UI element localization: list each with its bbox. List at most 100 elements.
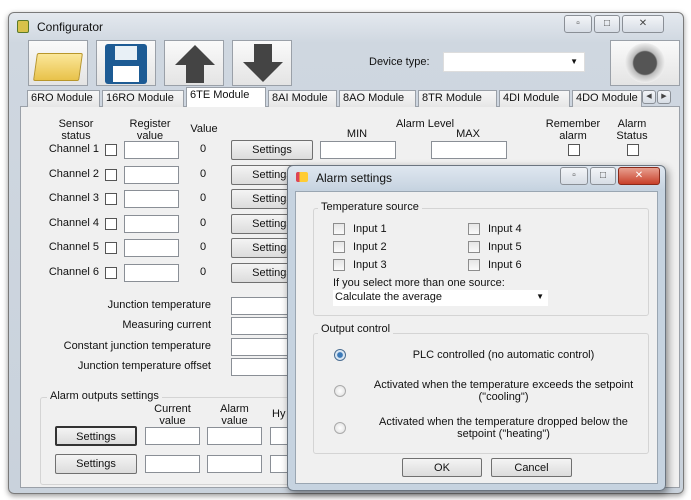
tab-8tr[interactable]: 8TR Module xyxy=(418,90,497,107)
tab-8ai[interactable]: 8AI Module xyxy=(268,90,337,107)
header-alarm-status: Alarm Status xyxy=(616,118,648,142)
header-min: MIN xyxy=(346,128,368,140)
register-value-input[interactable] xyxy=(124,190,179,208)
remember-alarm-checkbox[interactable] xyxy=(568,144,580,156)
output-option-2-label[interactable]: Activated when the temperature exceeds t… xyxy=(361,379,646,403)
alarm-output-1-current-value[interactable] xyxy=(145,427,200,445)
alarm-output-1-alarm-value[interactable] xyxy=(207,427,262,445)
channel-label: Channel 4 xyxy=(48,217,99,229)
output-option-1-radio[interactable] xyxy=(334,349,346,361)
channel-label: Channel 5 xyxy=(48,241,99,253)
minimize-button[interactable]: ▫ xyxy=(564,15,592,33)
maximize-button[interactable]: □ xyxy=(594,15,620,33)
header-hy: Hy xyxy=(272,408,286,420)
tab-8ao[interactable]: 8AO Module xyxy=(339,90,416,107)
tab-6te[interactable]: 6TE Module xyxy=(186,87,266,107)
sensor-status-checkbox[interactable] xyxy=(105,144,117,156)
output-option-2-radio[interactable] xyxy=(334,385,346,397)
floppy-disk-icon xyxy=(105,44,147,84)
tab-16ro[interactable]: 16RO Module xyxy=(102,90,184,107)
dialog-title: Alarm settings xyxy=(316,171,393,185)
ok-button[interactable]: OK xyxy=(402,458,482,477)
alarm-output-2-settings-button[interactable]: Settings xyxy=(55,454,137,474)
device-type-label: Device type: xyxy=(369,56,430,68)
channel-value: 0 xyxy=(200,241,207,253)
device-type-select[interactable]: ▼ xyxy=(443,52,585,72)
temperature-source-title: Temperature source xyxy=(318,201,422,213)
tab-4do[interactable]: 4DO Module xyxy=(572,90,642,107)
junction-temperature-offset-label: Junction temperature offset xyxy=(77,360,211,372)
input-4-label: Input 4 xyxy=(488,223,522,235)
register-value-input[interactable] xyxy=(124,215,179,233)
register-value-input[interactable] xyxy=(124,264,179,282)
input-3-label: Input 3 xyxy=(353,259,387,271)
cancel-button[interactable]: Cancel xyxy=(491,458,572,477)
junction-temperature-label: Junction temperature xyxy=(107,299,211,311)
channel-value: 0 xyxy=(200,143,207,155)
output-option-3-label[interactable]: Activated when the temperature dropped b… xyxy=(361,416,646,440)
output-option-1-label[interactable]: PLC controlled (no automatic control) xyxy=(361,349,646,361)
channel-value: 0 xyxy=(200,217,207,229)
input-3-checkbox[interactable] xyxy=(333,259,345,271)
register-value-input[interactable] xyxy=(124,141,179,159)
channel-value: 0 xyxy=(200,192,207,204)
channel-label: Channel 6 xyxy=(48,266,99,278)
sensor-status-checkbox[interactable] xyxy=(105,218,117,230)
output-option-3-radio[interactable] xyxy=(334,422,346,434)
register-value-input[interactable] xyxy=(124,166,179,184)
multi-source-select[interactable]: Calculate the average ▼ xyxy=(333,290,548,306)
sensor-status-checkbox[interactable] xyxy=(105,242,117,254)
input-2-checkbox[interactable] xyxy=(333,241,345,253)
tab-4di[interactable]: 4DI Module xyxy=(499,90,570,107)
sensor-status-checkbox[interactable] xyxy=(105,193,117,205)
output-control-title: Output control xyxy=(318,323,394,335)
channel-label: Channel 2 xyxy=(48,168,99,180)
channel-settings-button[interactable]: Settings xyxy=(231,140,313,160)
alarm-output-1-settings-button[interactable]: Settings xyxy=(55,426,137,446)
alarm-max-input[interactable] xyxy=(431,141,507,159)
alarm-outputs-title: Alarm outputs settings xyxy=(47,390,162,402)
app-icon xyxy=(17,20,29,33)
input-1-label: Input 1 xyxy=(353,223,387,235)
arrow-up-icon xyxy=(175,45,215,65)
folder-icon xyxy=(33,53,83,81)
tab-scroll-left[interactable]: ◀ xyxy=(642,90,656,104)
tab-6ro[interactable]: 6RO Module xyxy=(27,90,100,107)
tab-scroll-right[interactable]: ▶ xyxy=(657,90,671,104)
arrow-down-icon xyxy=(243,62,283,82)
channel-label: Channel 3 xyxy=(48,192,99,204)
input-4-checkbox[interactable] xyxy=(468,223,480,235)
chevron-down-icon: ▼ xyxy=(536,292,544,301)
multi-source-label: If you select more than one source: xyxy=(333,277,505,289)
header-remember-alarm: Remember alarm xyxy=(545,118,601,142)
connect-button[interactable] xyxy=(610,40,680,86)
header-sensor-status: Sensor status xyxy=(58,118,94,142)
input-1-checkbox[interactable] xyxy=(333,223,345,235)
sensor-status-checkbox[interactable] xyxy=(105,169,117,181)
alarm-output-2-alarm-value[interactable] xyxy=(207,455,262,473)
alarm-min-input[interactable] xyxy=(320,141,396,159)
channel-value: 0 xyxy=(200,168,207,180)
header-alarm-value: Alarm value xyxy=(220,403,249,427)
save-button[interactable] xyxy=(96,40,156,86)
alarm-status-checkbox[interactable] xyxy=(627,144,639,156)
header-max: MAX xyxy=(456,128,480,140)
close-button[interactable]: ✕ xyxy=(622,15,664,33)
input-6-checkbox[interactable] xyxy=(468,259,480,271)
register-value-input[interactable] xyxy=(124,239,179,257)
upload-button[interactable] xyxy=(164,40,224,86)
input-5-checkbox[interactable] xyxy=(468,241,480,253)
channel-label: Channel 1 xyxy=(48,143,99,155)
dialog-app-icon xyxy=(296,172,308,182)
alarm-output-2-current-value[interactable] xyxy=(145,455,200,473)
dialog-maximize-button[interactable]: □ xyxy=(590,167,616,185)
dialog-minimize-button[interactable]: ▫ xyxy=(560,167,588,185)
input-6-label: Input 6 xyxy=(488,259,522,271)
dialog-body: Temperature source Input 1 Input 2 Input… xyxy=(295,191,658,484)
download-button[interactable] xyxy=(232,40,292,86)
dialog-close-button[interactable]: ✕ xyxy=(618,167,660,185)
open-button[interactable] xyxy=(28,40,88,86)
sensor-status-checkbox[interactable] xyxy=(105,267,117,279)
input-5-label: Input 5 xyxy=(488,241,522,253)
measuring-current-label: Measuring current xyxy=(122,319,211,331)
